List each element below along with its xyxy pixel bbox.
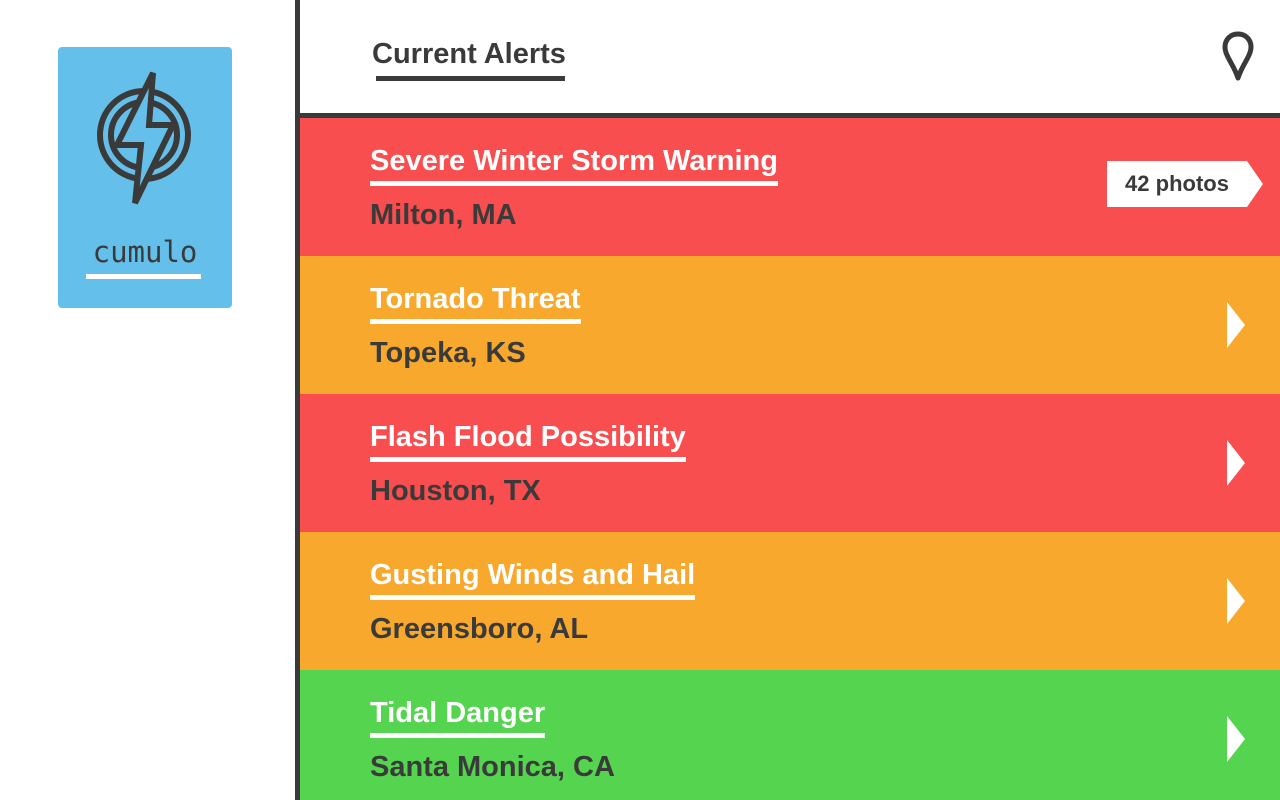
chevron-right-icon[interactable] [1227,716,1245,762]
alert-location: Greensboro, AL [370,613,589,645]
lightning-bolt-icon [97,71,191,205]
page-title: Current Alerts [372,38,566,70]
alert-location: Houston, TX [370,475,541,507]
chevron-right-icon[interactable] [1227,302,1245,348]
alert-location: Milton, MA [370,199,517,231]
chevron-right-icon[interactable] [1227,440,1245,486]
app-name: cumulo [92,235,198,269]
sidebar: cumulo [0,0,295,800]
alert-title: Tornado Threat [370,282,581,324]
alert-title: Flash Flood Possibility [370,420,686,462]
app-logo[interactable]: cumulo [58,47,232,308]
alert-row[interactable]: Gusting Winds and Hail Greensboro, AL [300,532,1280,670]
alert-location: Topeka, KS [370,337,526,369]
photos-button[interactable]: 42 photos [1107,161,1263,207]
chevron-right-icon[interactable] [1227,578,1245,624]
app-name-underline [86,274,201,279]
photos-count: 42 photos [1125,171,1229,196]
alert-title: Tidal Danger [370,696,546,738]
page-title-underline [376,76,565,81]
alert-location: Santa Monica, CA [370,751,615,783]
alert-row[interactable]: Tidal Danger Santa Monica, CA [300,670,1280,800]
header: Current Alerts [300,0,1280,113]
alert-row[interactable]: Severe Winter Storm Warning Milton, MA 4… [300,118,1280,256]
alert-row[interactable]: Flash Flood Possibility Houston, TX [300,394,1280,532]
alert-row[interactable]: Tornado Threat Topeka, KS [300,256,1280,394]
map-pin-icon[interactable] [1222,31,1254,81]
alert-title: Severe Winter Storm Warning [370,144,778,186]
alert-list: Severe Winter Storm Warning Milton, MA 4… [300,118,1280,800]
alert-title: Gusting Winds and Hail [370,558,696,600]
